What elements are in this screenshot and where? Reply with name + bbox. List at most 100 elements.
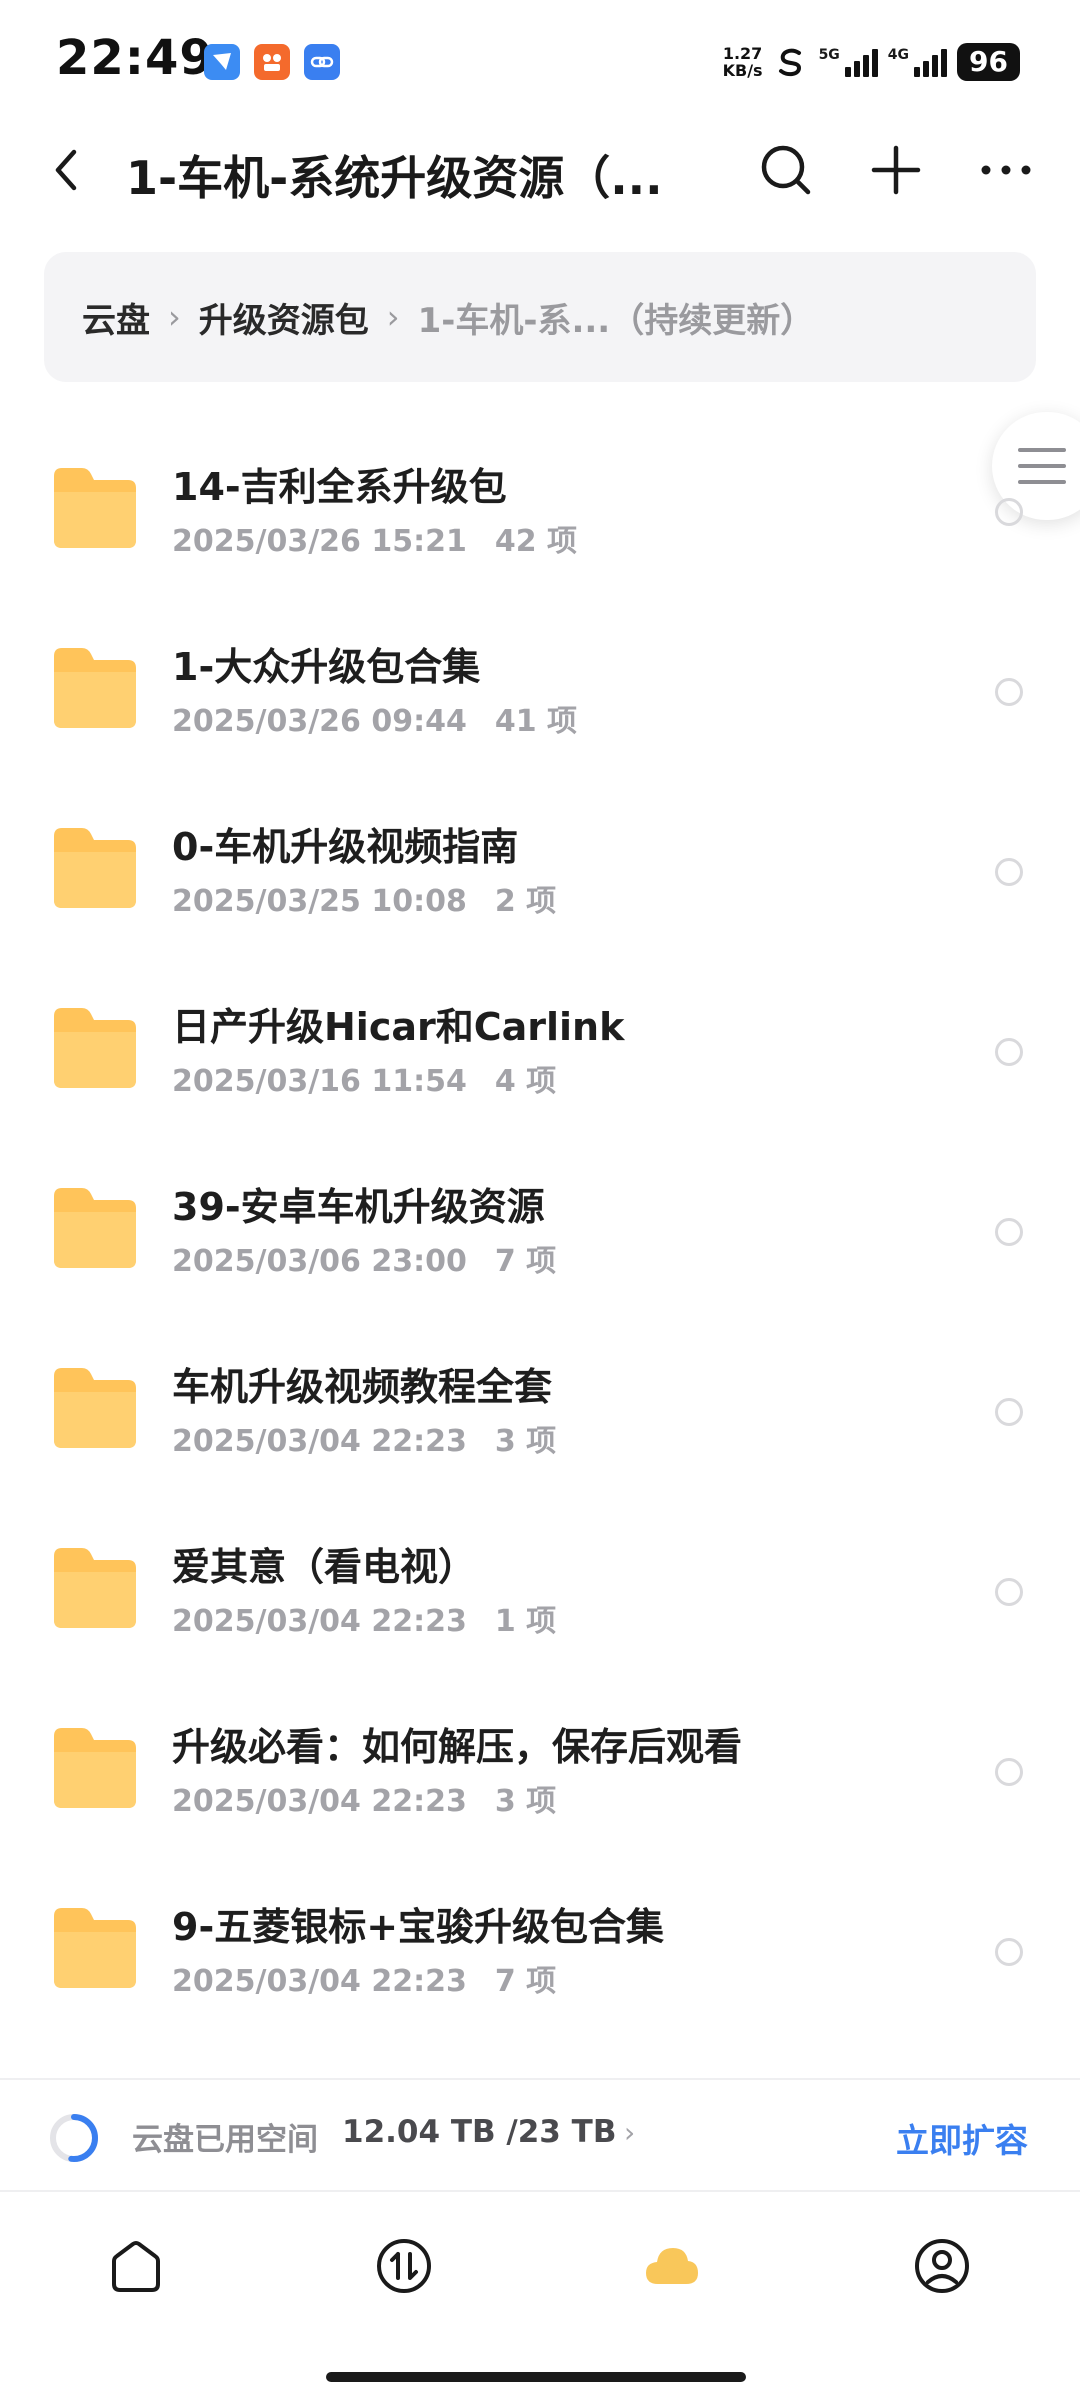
file-meta: 2025/03/16 11:54 4 项 [172, 1056, 556, 1100]
file-date: 2025/03/04 22:23 [172, 1604, 467, 1639]
file-meta: 2025/03/04 22:23 3 项 [172, 1776, 556, 1820]
list-item[interactable]: 9-五菱银标+宝骏升级包合集 2025/03/04 22:23 7 项 [0, 1860, 1080, 2040]
file-name: 升级必看：如何解压，保存后观看 [172, 1725, 743, 1769]
file-name: 1-大众升级包合集 [172, 645, 481, 689]
list-item[interactable]: 车机升级视频教程全套 2025/03/04 22:23 3 项 [0, 1320, 1080, 1500]
hotspot-s-icon [778, 48, 801, 77]
file-date: 2025/03/04 22:23 [172, 1964, 467, 1999]
more-icon[interactable] [976, 140, 1036, 200]
storage-usage-ring [50, 2114, 98, 2162]
file-date: 2025/03/26 09:44 [172, 704, 467, 739]
file-meta: 2025/03/25 10:08 2 项 [172, 876, 556, 920]
folder-icon [54, 1188, 136, 1268]
file-count: 3 项 [494, 1424, 557, 1459]
net-speed: 1.27 KB/s [723, 45, 763, 79]
list-item[interactable]: 14-吉利全系升级包 2025/03/26 15:21 42 项 [0, 420, 1080, 600]
chevron-right-icon: › [624, 2116, 636, 2149]
folder-icon [54, 648, 136, 728]
file-count: 7 项 [494, 1964, 557, 1999]
expand-storage-button[interactable]: 立即扩容 [896, 2114, 1028, 2162]
feishu-icon [204, 44, 240, 80]
transfer-icon[interactable] [372, 2234, 436, 2298]
bottom-nav [0, 2212, 1080, 2342]
file-date: 2025/03/25 10:08 [172, 884, 467, 919]
file-list: 14-吉利全系升级包 2025/03/26 15:21 42 项 1-大众升级包合… [0, 420, 1080, 2040]
folder-icon [54, 1548, 136, 1628]
breadcrumb-item-parent[interactable]: 升级资源包 [199, 293, 369, 342]
select-radio[interactable] [995, 1578, 1023, 1606]
select-radio[interactable] [995, 858, 1023, 886]
select-radio[interactable] [995, 1218, 1023, 1246]
signal-5g-label: 5G [818, 47, 840, 63]
add-icon[interactable] [866, 140, 926, 200]
storage-bar[interactable]: 云盘已用空间 12.04 TB /23 TB › 立即扩容 [0, 2078, 1080, 2192]
list-item[interactable]: 0-车机升级视频指南 2025/03/25 10:08 2 项 [0, 780, 1080, 960]
back-icon[interactable] [40, 142, 96, 198]
file-count: 3 项 [494, 1784, 557, 1819]
file-meta: 2025/03/06 23:00 7 项 [172, 1236, 556, 1280]
signal-5g-icon: 5G [819, 47, 878, 77]
file-meta: 2025/03/26 15:21 42 项 [172, 516, 577, 560]
folder-icon [54, 1368, 136, 1448]
breadcrumb: 云盘 › 升级资源包 › 1-车机-系...（持续更新） [44, 252, 1036, 382]
select-radio[interactable] [995, 1398, 1023, 1426]
link-icon [304, 44, 340, 80]
select-radio[interactable] [995, 498, 1023, 526]
profile-icon[interactable] [910, 2234, 974, 2298]
list-item[interactable]: 日产升级Hicar和Carlink 2025/03/16 11:54 4 项 [0, 960, 1080, 1140]
search-icon[interactable] [756, 140, 816, 200]
folder-icon [54, 1728, 136, 1808]
file-date: 2025/03/26 15:21 [172, 524, 467, 559]
home-icon[interactable] [104, 2234, 168, 2298]
cloud-icon[interactable] [640, 2234, 704, 2298]
signal-4g-label: 4G [887, 47, 910, 63]
title-bar: 1-车机-系统升级资源（... [0, 120, 1080, 220]
net-speed-value: 1.27 [722, 44, 763, 63]
select-radio[interactable] [995, 678, 1023, 706]
folder-icon [54, 468, 136, 548]
folder-icon [54, 1008, 136, 1088]
tiktok-store-icon [254, 44, 290, 80]
list-item[interactable]: 1-大众升级包合集 2025/03/26 09:44 41 项 [0, 600, 1080, 780]
signal-4g-icon: 4G [887, 47, 948, 77]
file-count: 1 项 [494, 1604, 557, 1639]
list-item[interactable]: 爱其意（看电视） 2025/03/04 22:23 1 项 [0, 1500, 1080, 1680]
file-name: 车机升级视频教程全套 [172, 1365, 553, 1409]
file-count: 41 项 [494, 704, 578, 739]
select-radio[interactable] [995, 1938, 1023, 1966]
file-meta: 2025/03/26 09:44 41 项 [172, 696, 577, 740]
file-meta: 2025/03/04 22:23 7 项 [172, 1956, 556, 2000]
list-item[interactable]: 升级必看：如何解压，保存后观看 2025/03/04 22:23 3 项 [0, 1680, 1080, 1860]
file-count: 4 项 [494, 1064, 557, 1099]
file-name: 日产升级Hicar和Carlink [172, 1005, 625, 1049]
file-name: 爱其意（看电视） [172, 1545, 477, 1589]
page-title: 1-车机-系统升级资源（... [126, 151, 663, 205]
chevron-right-icon: › [168, 298, 181, 336]
status-time: 22:49 [56, 30, 214, 86]
select-radio[interactable] [995, 1038, 1023, 1066]
file-date: 2025/03/04 22:23 [172, 1784, 467, 1819]
home-indicator[interactable] [326, 2372, 746, 2382]
status-bar: 22:49 1.27 KB/s 5G 4G 96 [0, 0, 1080, 120]
file-name: 39-安卓车机升级资源 [172, 1185, 545, 1229]
file-count: 42 项 [494, 524, 578, 559]
list-item[interactable]: 39-安卓车机升级资源 2025/03/06 23:00 7 项 [0, 1140, 1080, 1320]
select-radio[interactable] [995, 1758, 1023, 1786]
folder-icon [54, 1908, 136, 1988]
file-date: 2025/03/04 22:23 [172, 1424, 467, 1459]
net-speed-unit: KB/s [722, 61, 763, 80]
file-name: 0-车机升级视频指南 [172, 825, 519, 869]
breadcrumb-item-current: 1-车机-系...（持续更新） [417, 300, 815, 341]
chevron-right-icon: › [386, 298, 400, 336]
file-count: 2 项 [494, 884, 557, 919]
storage-label: 云盘已用空间 [132, 2122, 318, 2158]
storage-value: 12.04 TB /23 TB [342, 2114, 617, 2150]
file-meta: 2025/03/04 22:23 1 项 [172, 1596, 556, 1640]
file-date: 2025/03/16 11:54 [172, 1064, 467, 1099]
breadcrumb-item-root[interactable]: 云盘 [82, 293, 150, 342]
file-name: 14-吉利全系升级包 [172, 465, 507, 509]
status-indicators: 1.27 KB/s 5G 4G 96 [723, 40, 1020, 84]
file-meta: 2025/03/04 22:23 3 项 [172, 1416, 556, 1460]
battery-indicator: 96 [957, 43, 1020, 81]
file-name: 9-五菱银标+宝骏升级包合集 [172, 1905, 665, 1949]
